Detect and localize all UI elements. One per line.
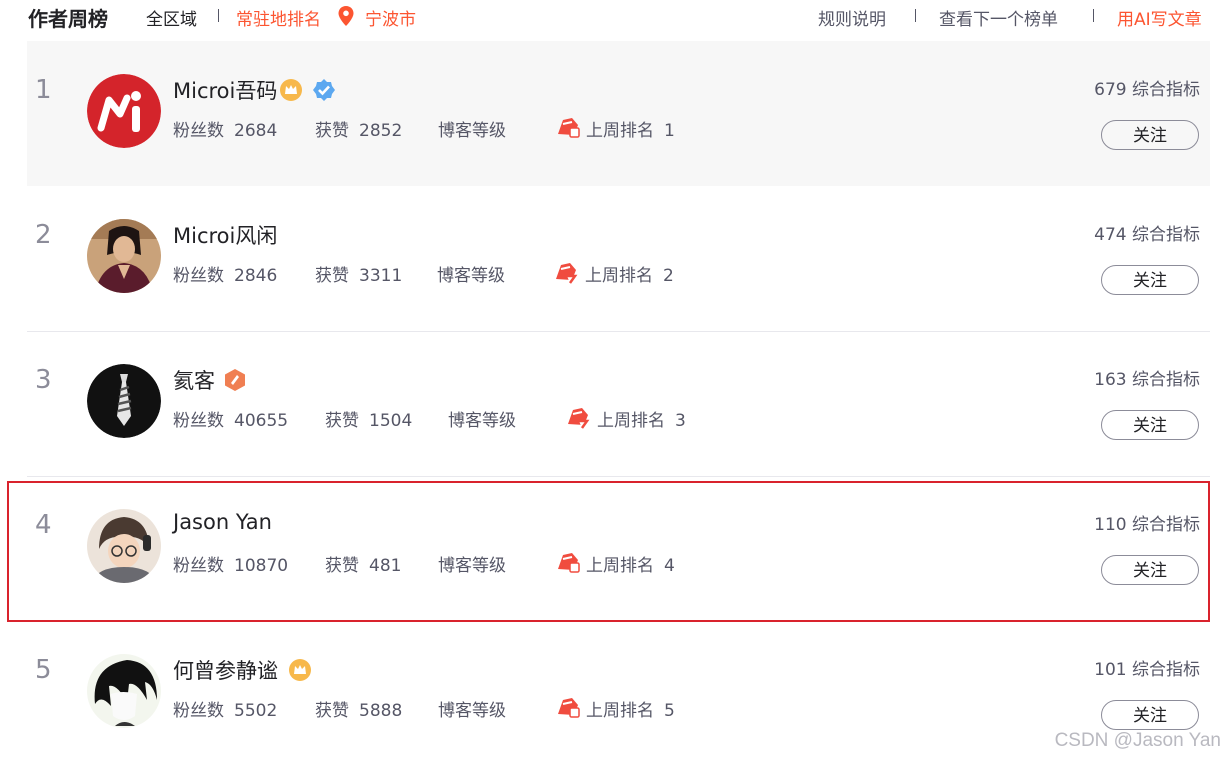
author-row: 2 Microi风闲 粉丝数 2846 获赞 3311 博客等级 上周排名 2 474… [27, 186, 1210, 332]
likes-count: 5888 [359, 701, 403, 721]
author-name[interactable]: Jason Yan [173, 510, 272, 534]
level-label: 博客等级 [438, 556, 506, 576]
fans-label: 粉丝数 [173, 411, 224, 431]
author-row: 3 氦客 粉丝数 40655 获赞 1504 博客等级 上周排名 3 163 综合指标… [27, 331, 1210, 477]
fans-count: 10870 [234, 556, 289, 576]
fans-count: 2684 [234, 121, 278, 141]
fans-count: 2846 [234, 266, 278, 286]
composite-score: 679 综合指标 [1094, 80, 1200, 100]
likes-label: 获赞 [315, 121, 349, 141]
rank-number: 5 [35, 655, 52, 685]
likes-label: 获赞 [315, 266, 349, 286]
fans-label: 粉丝数 [173, 701, 224, 721]
blog-level-icon [565, 404, 591, 430]
blog-level-icon [555, 114, 581, 140]
all-region-tab[interactable]: 全区域 [146, 5, 197, 30]
last-week-rank: 2 [663, 266, 674, 286]
resident-ranking-tab[interactable]: 常驻地排名 [236, 5, 321, 30]
author-row: 4 Jason Yan 粉丝数 10870 获赞 481 博客等级 上周排名 4 11… [27, 476, 1210, 622]
last-week-rank: 4 [664, 556, 675, 576]
author-name[interactable]: 氦客 [173, 365, 215, 395]
fans-label: 粉丝数 [173, 266, 224, 286]
rank-number: 3 [35, 365, 52, 395]
blog-level-icon [555, 549, 581, 575]
level-label: 博客等级 [437, 266, 505, 286]
rank-number: 2 [35, 220, 52, 250]
last-week-rank: 1 [664, 121, 675, 141]
author-row: 5 何曾参静谧 粉丝数 5502 获赞 5888 博客等级 上周排名 5 101 综合… [27, 621, 1210, 766]
author-name[interactable]: Microi风闲 [173, 220, 277, 250]
crown-badge-icon [288, 658, 312, 682]
city-selector[interactable]: 宁波市 [365, 5, 416, 30]
page-title: 作者周榜 [28, 7, 108, 31]
location-pin-icon [337, 5, 355, 27]
fans-count: 40655 [234, 411, 289, 431]
blog-level-icon [555, 694, 581, 720]
crown-badge-icon [279, 78, 303, 102]
fans-label: 粉丝数 [173, 556, 224, 576]
expert-badge-icon [223, 368, 247, 392]
last-week-label: 上周排名 [586, 556, 654, 576]
likes-label: 获赞 [315, 701, 349, 721]
avatar[interactable] [87, 509, 161, 583]
follow-button[interactable]: 关注 [1101, 120, 1199, 150]
level-label: 博客等级 [438, 121, 506, 141]
avatar[interactable] [87, 654, 161, 728]
author-name[interactable]: Microi吾码 [173, 75, 277, 105]
likes-count: 481 [369, 556, 402, 576]
divider [218, 9, 219, 22]
verified-badge-icon [312, 78, 336, 102]
avatar[interactable] [87, 219, 161, 293]
divider [915, 9, 916, 22]
author-name[interactable]: 何曾参静谧 [173, 655, 278, 685]
last-week-rank: 5 [664, 701, 675, 721]
level-label: 博客等级 [438, 701, 506, 721]
watermark: CSDN @Jason Yan [1054, 730, 1221, 751]
level-label: 博客等级 [448, 411, 516, 431]
follow-button[interactable]: 关注 [1101, 265, 1199, 295]
blog-level-icon [553, 259, 579, 285]
follow-button[interactable]: 关注 [1101, 555, 1199, 585]
likes-count: 3311 [359, 266, 403, 286]
ranking-header: 作者周榜 全区域 常驻地排名 宁波市 规则说明 查看下一个榜单 用AI写文章 [0, 0, 1227, 32]
avatar[interactable] [87, 74, 161, 148]
last-week-label: 上周排名 [585, 266, 653, 286]
next-list-link[interactable]: 查看下一个榜单 [939, 5, 1058, 30]
rank-number: 1 [35, 75, 52, 105]
likes-label: 获赞 [325, 556, 359, 576]
last-week-label: 上周排名 [586, 701, 654, 721]
composite-score: 163 综合指标 [1094, 370, 1200, 390]
author-row: 1 Microi吾码 粉丝数 2684 获赞 2852 博客等级 上周排名 1 679… [27, 41, 1210, 186]
likes-count: 1504 [369, 411, 413, 431]
follow-button[interactable]: 关注 [1101, 700, 1199, 730]
fans-label: 粉丝数 [173, 121, 224, 141]
last-week-rank: 3 [675, 411, 686, 431]
avatar[interactable] [87, 364, 161, 438]
composite-score: 101 综合指标 [1094, 660, 1200, 680]
fans-count: 5502 [234, 701, 278, 721]
divider [1093, 9, 1094, 22]
likes-label: 获赞 [325, 411, 359, 431]
ai-write-link[interactable]: 用AI写文章 [1117, 5, 1202, 30]
composite-score: 110 综合指标 [1094, 515, 1200, 535]
follow-button[interactable]: 关注 [1101, 410, 1199, 440]
rules-link[interactable]: 规则说明 [818, 5, 886, 30]
last-week-label: 上周排名 [586, 121, 654, 141]
likes-count: 2852 [359, 121, 403, 141]
rank-number: 4 [35, 510, 52, 540]
last-week-label: 上周排名 [597, 411, 665, 431]
composite-score: 474 综合指标 [1094, 225, 1200, 245]
